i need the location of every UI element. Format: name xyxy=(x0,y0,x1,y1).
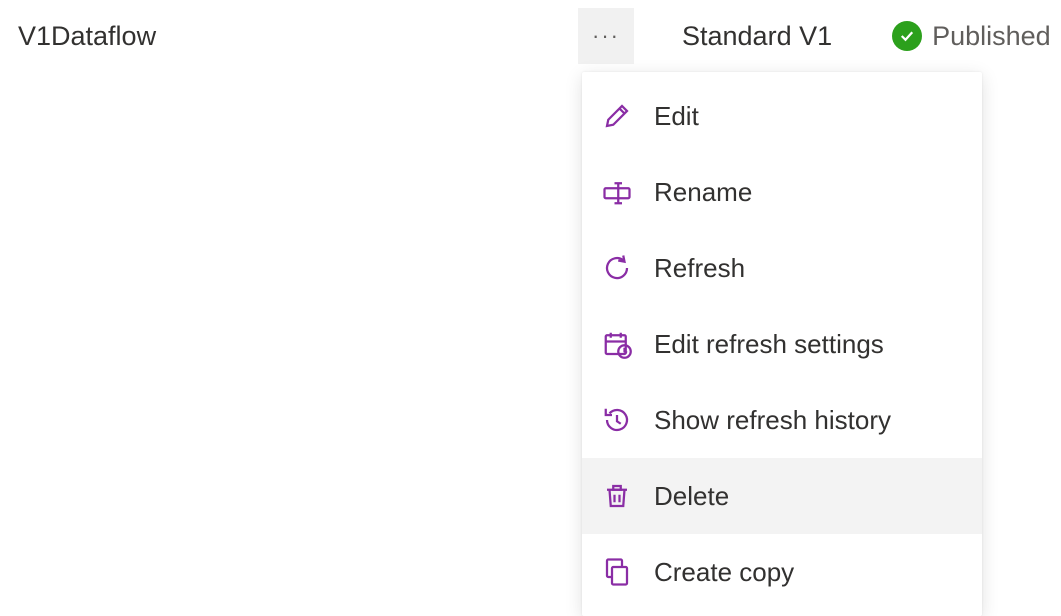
trash-icon xyxy=(600,479,634,513)
menu-item-delete[interactable]: Delete xyxy=(582,458,982,534)
rename-icon xyxy=(600,175,634,209)
menu-item-edit[interactable]: Edit xyxy=(582,78,982,154)
more-actions-button[interactable]: ··· xyxy=(578,8,634,64)
status-text: Published xyxy=(932,21,1051,52)
menu-item-show-refresh-history[interactable]: Show refresh history xyxy=(582,382,982,458)
context-menu: Edit Rename Refresh Edit refresh setting… xyxy=(582,72,982,616)
menu-item-rename[interactable]: Rename xyxy=(582,154,982,230)
dataflow-name[interactable]: V1Dataflow xyxy=(18,21,578,52)
menu-item-refresh[interactable]: Refresh xyxy=(582,230,982,306)
menu-label: Show refresh history xyxy=(654,405,891,436)
history-icon xyxy=(600,403,634,437)
ellipsis-icon: ··· xyxy=(592,25,620,47)
status-badge: Published xyxy=(892,21,1051,52)
menu-item-create-copy[interactable]: Create copy xyxy=(582,534,982,610)
calendar-clock-icon xyxy=(600,327,634,361)
dataflow-row: V1Dataflow ··· Standard V1 Published xyxy=(0,0,1061,72)
copy-icon xyxy=(600,555,634,589)
menu-item-edit-refresh-settings[interactable]: Edit refresh settings xyxy=(582,306,982,382)
dataflow-type: Standard V1 xyxy=(682,21,832,52)
pencil-icon xyxy=(600,99,634,133)
menu-label: Edit xyxy=(654,101,699,132)
menu-label: Rename xyxy=(654,177,752,208)
menu-label: Delete xyxy=(654,481,729,512)
checkmark-circle-icon xyxy=(892,21,922,51)
refresh-icon xyxy=(600,251,634,285)
menu-label: Refresh xyxy=(654,253,745,284)
menu-label: Edit refresh settings xyxy=(654,329,884,360)
menu-label: Create copy xyxy=(654,557,794,588)
